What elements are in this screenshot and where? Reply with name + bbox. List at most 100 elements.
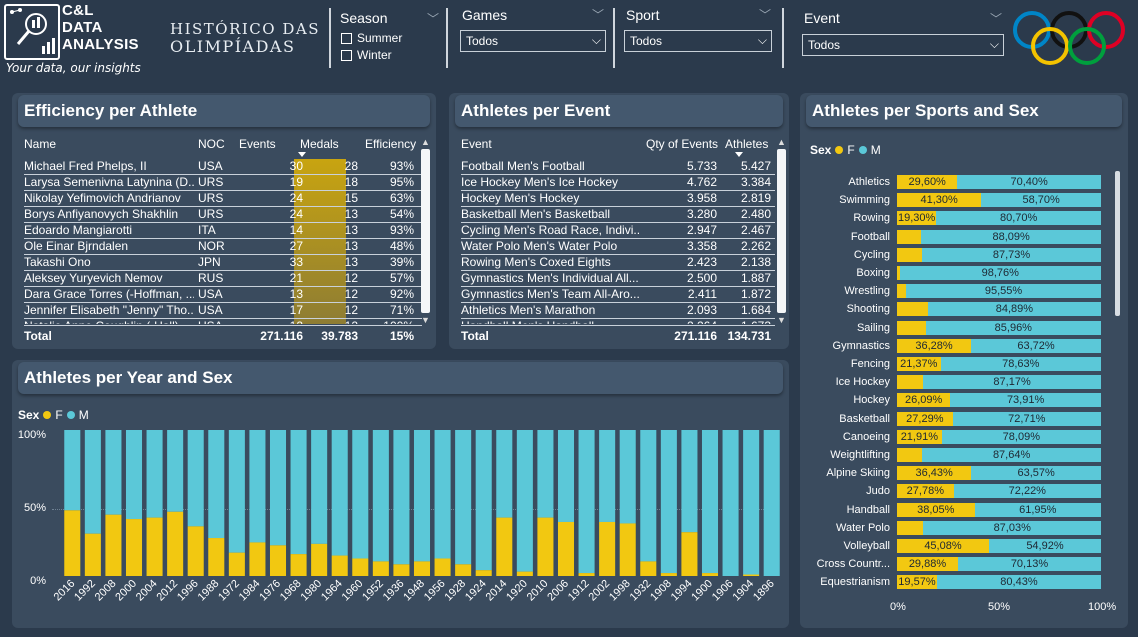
chevron-down-icon[interactable]: ﹀ (759, 6, 771, 23)
checkbox-icon[interactable] (341, 49, 352, 61)
table-row[interactable]: Jennifer Elisabeth "Jenny" Tho... USA 17 12… (24, 303, 422, 319)
bar-male[interactable]: 73,91% (950, 393, 1101, 408)
bar-male[interactable] (722, 430, 739, 576)
season-option-summer[interactable]: Summer (341, 31, 402, 45)
bar-male[interactable] (393, 430, 410, 565)
bar-male[interactable]: 80,43% (936, 575, 1101, 590)
bar-male[interactable] (352, 430, 369, 559)
bar-male[interactable] (743, 430, 760, 575)
bar-male[interactable] (187, 430, 204, 527)
bar-female[interactable] (290, 554, 307, 576)
bar-female[interactable] (84, 533, 101, 576)
bar-male[interactable] (372, 430, 389, 562)
table-row[interactable]: Rowing Men's Coxed Eights 2.423 2.138 (461, 255, 775, 271)
table-row[interactable]: Hockey Men's Hockey 3.958 2.819 (461, 191, 775, 207)
bar-male[interactable] (619, 430, 636, 524)
bar-female[interactable] (413, 561, 431, 576)
col-athletes[interactable]: Athletes (725, 137, 768, 151)
table-row[interactable]: Football Men's Football 5.733 5.427 (461, 159, 775, 175)
bar-male[interactable] (249, 430, 266, 543)
bar-female[interactable]: 36,28% (897, 338, 971, 353)
bar-female[interactable] (599, 521, 616, 576)
bar-female[interactable]: 45,08% (897, 539, 989, 553)
bar-male[interactable] (475, 430, 492, 571)
sport-dropdown[interactable]: Todos ⌵ (624, 30, 772, 52)
chevron-down-icon[interactable]: ﹀ (990, 10, 1002, 27)
bar-male[interactable] (557, 430, 575, 522)
chevron-down-icon[interactable]: ⌵ (592, 33, 601, 48)
bar-female[interactable] (701, 573, 719, 576)
bar-female[interactable]: 21,91% (897, 429, 942, 444)
bar-female[interactable]: 38,05% (897, 502, 975, 517)
bar-male[interactable] (701, 430, 719, 574)
sport-chart-scrollbar[interactable] (1115, 171, 1120, 316)
bar-female[interactable]: 36,43% (897, 466, 972, 481)
col-qty-events[interactable]: Qty of Events (646, 137, 718, 151)
chevron-down-icon[interactable]: ﹀ (427, 10, 439, 27)
bar-male[interactable]: 80,70% (936, 211, 1101, 226)
table-row[interactable]: Cycling Men's Road Race, Indivi... 2.947 2… (461, 223, 775, 239)
col-noc[interactable]: NOC (198, 137, 225, 151)
table-row[interactable]: Handball Men's Handball 2.2641.673 (461, 319, 775, 324)
bar-male[interactable] (125, 430, 143, 520)
table-row[interactable]: Gymnastics Men's Individual All... 2.500 1… (461, 271, 775, 287)
table-row[interactable]: Aleksey Yuryevich Nemov RUS 21 12 57% (24, 271, 422, 287)
bar-male[interactable] (228, 430, 245, 553)
efficiency-scrollbar[interactable] (421, 149, 430, 313)
bar-female[interactable] (434, 558, 451, 576)
bar-female[interactable] (897, 302, 928, 317)
bar-male[interactable] (413, 430, 431, 562)
bar-female[interactable] (208, 538, 225, 576)
bar-female[interactable]: 19,57% (897, 575, 937, 590)
bar-female[interactable] (393, 564, 410, 576)
bar-male[interactable] (763, 430, 780, 576)
bar-male[interactable]: 87,73% (922, 247, 1101, 262)
bar-male[interactable]: 63,57% (971, 466, 1101, 481)
table-row[interactable]: Water Polo Men's Water Polo 3.358 2.262 (461, 239, 775, 255)
scroll-up-icon[interactable]: ▲ (421, 137, 430, 147)
bar-male[interactable] (146, 430, 163, 518)
table-row[interactable]: Nikolay Yefimovich Andrianov URS 24 15 63% (24, 191, 422, 207)
bar-female[interactable] (64, 510, 81, 576)
table-row[interactable]: Athletics Men's Marathon 2.093 1.684 (461, 303, 775, 319)
games-dropdown[interactable]: Todos ⌵ (460, 30, 606, 52)
bar-male[interactable]: 87,17% (923, 375, 1101, 390)
athletes-event-scrollbar[interactable] (777, 149, 786, 313)
bar-male[interactable]: 78,09% (941, 429, 1101, 444)
bar-female[interactable] (352, 558, 369, 576)
table-row[interactable]: Ice Hockey Men's Ice Hockey 4.762 3.384 (461, 175, 775, 191)
sort-desc-icon[interactable] (735, 152, 743, 157)
chevron-down-icon[interactable]: ⌵ (990, 37, 999, 52)
bar-male[interactable]: 95,55% (906, 284, 1101, 299)
bar-female[interactable] (897, 448, 923, 462)
chevron-down-icon[interactable]: ﹀ (592, 6, 604, 23)
table-row[interactable]: Basketball Men's Basketball 3.280 2.480 (461, 207, 775, 223)
bar-female[interactable] (681, 532, 698, 576)
bar-female[interactable] (660, 573, 677, 576)
bar-female[interactable] (496, 517, 513, 576)
bar-female[interactable] (537, 517, 554, 576)
bar-female[interactable] (475, 570, 492, 576)
bar-female[interactable] (331, 555, 348, 576)
table-row[interactable]: Dara Grace Torres (-Hoffman, ... USA 13 12 9… (24, 287, 422, 303)
bar-male[interactable] (455, 430, 472, 565)
bar-female[interactable] (897, 375, 924, 390)
bar-male[interactable]: 70,13% (957, 557, 1101, 572)
legend-male-label[interactable]: M (871, 143, 881, 157)
bar-male[interactable]: 61,95% (974, 502, 1101, 517)
legend-female-label[interactable]: F (55, 408, 62, 422)
bar-male[interactable]: 85,96% (925, 320, 1101, 335)
bar-female[interactable]: 27,78% (897, 484, 954, 499)
bar-female[interactable] (228, 552, 245, 576)
event-dropdown[interactable]: Todos ⌵ (802, 34, 1004, 56)
bar-male[interactable]: 58,70% (981, 193, 1101, 208)
bar-male[interactable] (537, 430, 554, 518)
bar-female[interactable] (516, 571, 533, 576)
bar-male[interactable]: 87,03% (923, 520, 1101, 535)
bar-female[interactable] (897, 320, 926, 335)
bar-male[interactable]: 63,72% (971, 338, 1101, 353)
bar-female[interactable] (455, 564, 472, 576)
bar-female[interactable]: 26,09% (897, 393, 951, 408)
bar-female[interactable]: 19,30% (897, 211, 937, 226)
bar-female[interactable] (557, 521, 575, 576)
